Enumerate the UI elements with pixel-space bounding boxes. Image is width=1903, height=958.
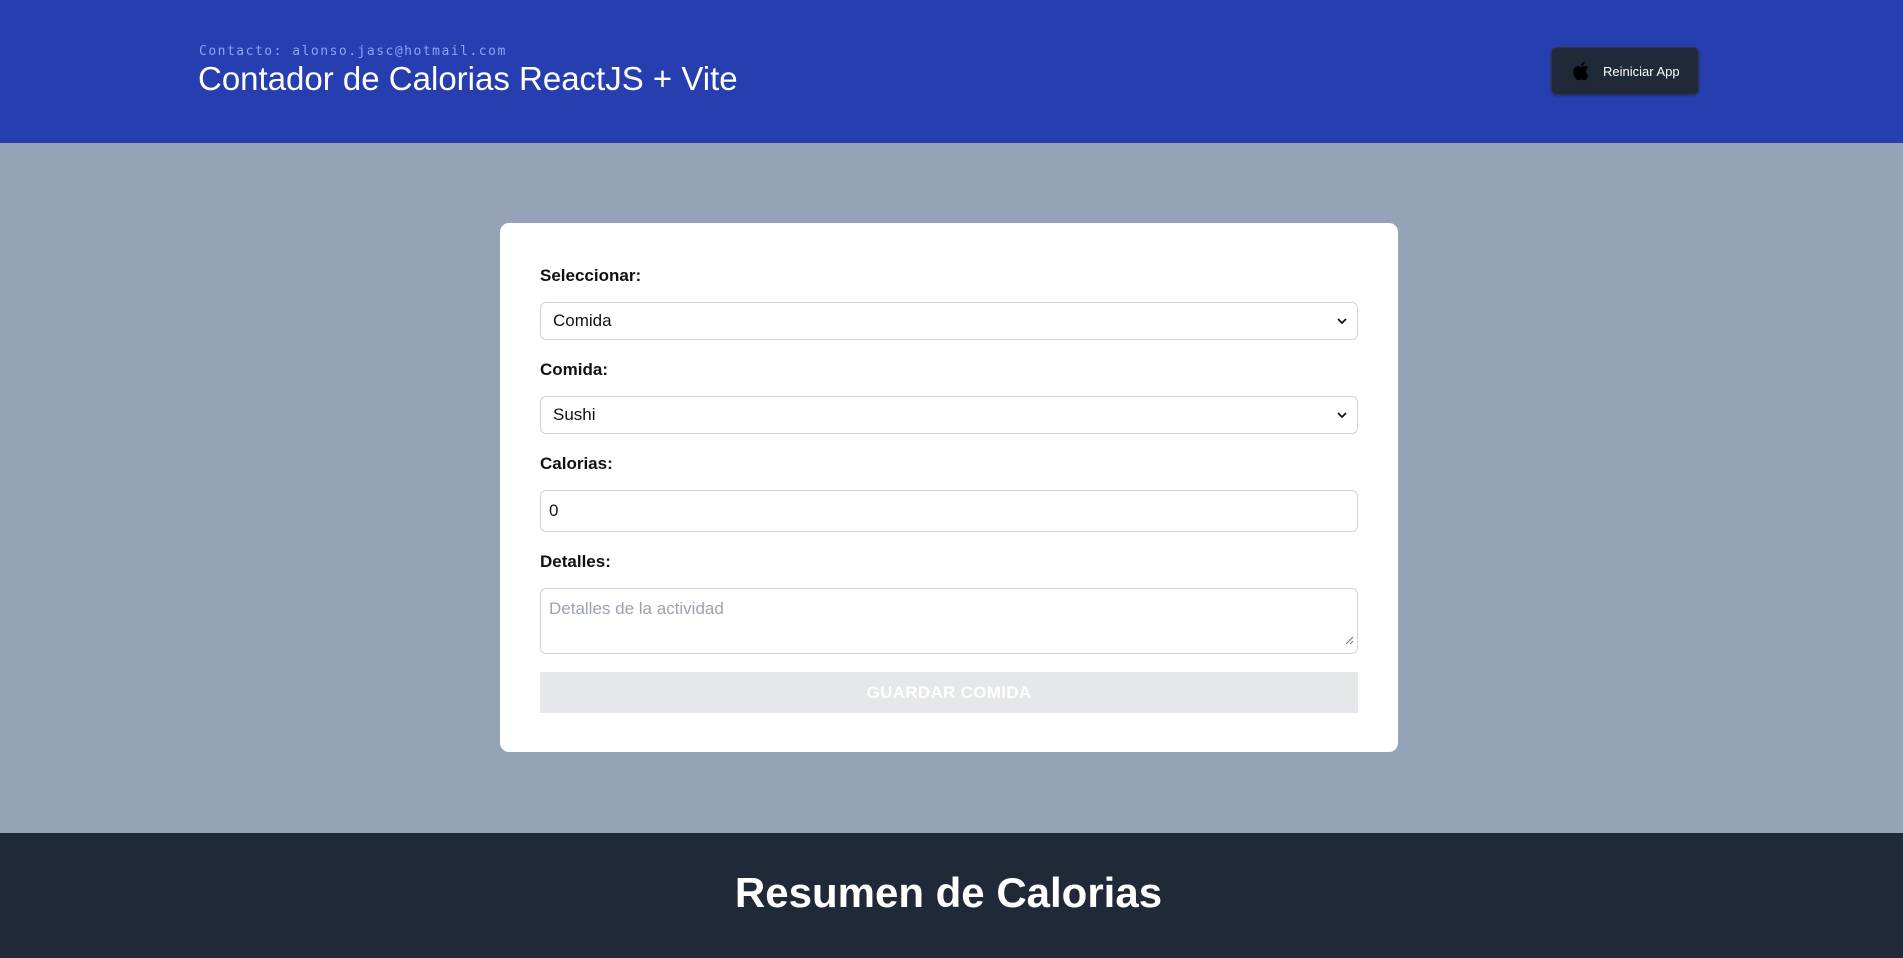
calories-input[interactable]: 0 (540, 490, 1358, 532)
summary-section: Resumen de Calorias (0, 833, 1903, 958)
calories-label: Calorias: (540, 454, 613, 473)
apple-icon (1571, 59, 1593, 83)
activity-form: Seleccionar: Comida Comida: Sushi Calori… (500, 223, 1398, 752)
category-select-value: Comida (553, 311, 612, 330)
reset-app-button[interactable]: Reiniciar App (1551, 47, 1699, 95)
resize-handle-icon[interactable] (1345, 630, 1354, 650)
details-label: Detalles: (540, 552, 611, 571)
reset-app-label: Reiniciar App (1603, 63, 1680, 79)
food-label: Comida: (540, 360, 608, 379)
food-select-value: Sushi (553, 405, 596, 424)
category-label: Seleccionar: (540, 266, 642, 285)
details-placeholder: Detalles de la actividad (549, 599, 724, 618)
category-select[interactable]: Comida (540, 302, 1358, 340)
details-textarea[interactable]: Detalles de la actividad (540, 588, 1358, 654)
contact-email: Contacto: alonso.jasc@hotmail.com (199, 44, 507, 59)
summary-title: Resumen de Calorias (734, 869, 1163, 916)
app-header: Contacto: alonso.jasc@hotmail.com Contad… (0, 0, 1903, 143)
chevron-down-icon (1337, 411, 1347, 419)
calories-input-value: 0 (549, 501, 559, 520)
main-area: Seleccionar: Comida Comida: Sushi Calori… (0, 143, 1903, 833)
chevron-down-icon (1337, 317, 1347, 325)
save-food-button[interactable]: GUARDAR COMIDA (540, 672, 1358, 713)
app-title: Contador de Calorias ReactJS + Vite (198, 60, 738, 97)
food-select[interactable]: Sushi (540, 396, 1358, 434)
